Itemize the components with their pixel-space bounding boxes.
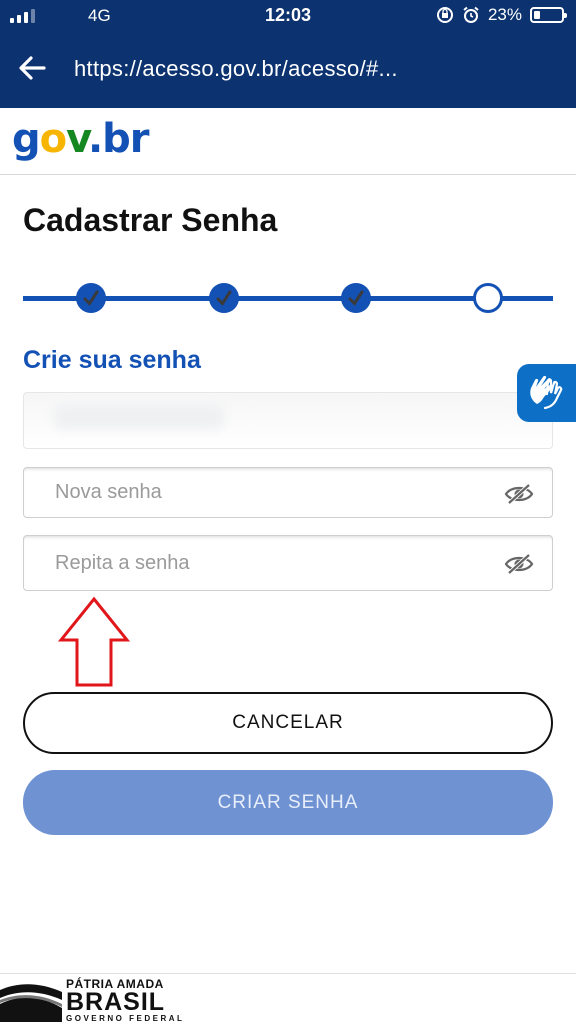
sign-language-hands-icon [530, 375, 563, 410]
status-icons: 23% [436, 5, 567, 25]
alarm-icon [463, 6, 479, 23]
annotation-arrow-icon [58, 596, 130, 687]
brasil-flag-logo-icon [0, 984, 62, 1022]
create-password-button[interactable]: CRIAR SENHA [23, 770, 553, 835]
battery-icon [530, 7, 567, 23]
cancel-button[interactable]: CANCELAR [23, 692, 553, 754]
check-icon [348, 290, 364, 306]
repeat-password-input[interactable] [24, 536, 552, 590]
footer-line-2: BRASIL [66, 988, 166, 1016]
step-3-completed [341, 283, 371, 313]
redacted-content [54, 405, 224, 429]
footer-line-3: GOVERNO FEDERAL [66, 1014, 185, 1023]
rotation-lock-icon [436, 7, 453, 23]
site-header: gov.br [0, 108, 576, 175]
url-text[interactable]: https://acesso.gov.br/acesso/#... [74, 56, 398, 82]
step-4-current [473, 283, 503, 313]
browser-url-bar: https://acesso.gov.br/acesso/#... [0, 32, 576, 108]
back-arrow-icon[interactable] [16, 52, 48, 84]
patria-amada-brasil-logo: PÁTRIA AMADA BRASIL GOVERNO FEDERAL [66, 978, 184, 1023]
top-bar: 4G 12:03 23% https://acesso.gov.br/acess… [0, 0, 576, 108]
footer: PÁTRIA AMADA BRASIL GOVERNO FEDERAL [0, 973, 576, 1024]
eye-slash-icon[interactable] [504, 553, 534, 575]
repeat-password-field [23, 535, 553, 591]
step-2-completed [209, 283, 239, 313]
step-1-completed [76, 283, 106, 313]
progress-stepper [23, 280, 553, 316]
govbr-logo[interactable]: gov.br [12, 116, 150, 162]
section-subtitle: Crie sua senha [23, 346, 201, 374]
status-bar: 4G 12:03 23% [0, 0, 576, 32]
vlibras-accessibility-button[interactable] [517, 364, 576, 422]
page-title: Cadastrar Senha [23, 202, 278, 238]
check-icon [216, 290, 232, 306]
check-icon [83, 290, 99, 306]
battery-percent: 23% [487, 5, 522, 24]
new-password-field [23, 467, 553, 518]
new-password-input[interactable] [24, 468, 552, 517]
eye-slash-icon[interactable] [504, 483, 534, 505]
redacted-field [23, 392, 553, 449]
